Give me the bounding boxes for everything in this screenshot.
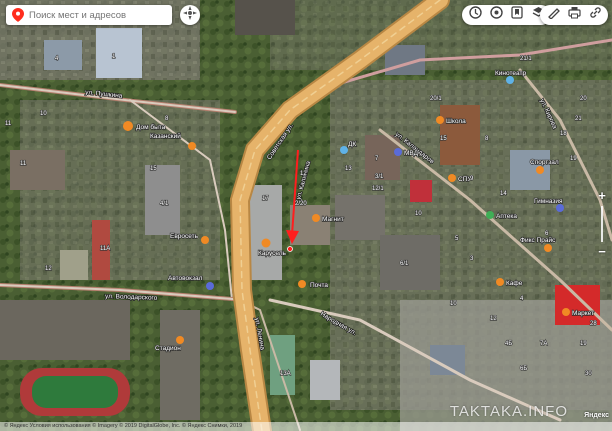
watermark: TAKTAKA.INFO: [449, 403, 568, 420]
compass-button[interactable]: [180, 5, 200, 25]
svg-text:2/20: 2/20: [295, 201, 307, 207]
svg-text:15: 15: [440, 136, 447, 142]
copyright-footer: © Яндекс Условия использования © Imagery…: [0, 422, 612, 431]
svg-text:30: 30: [585, 371, 592, 377]
svg-text:3/1: 3/1: [375, 174, 384, 180]
svg-text:10: 10: [415, 211, 422, 217]
svg-text:18: 18: [560, 131, 567, 137]
svg-text:12: 12: [300, 171, 307, 177]
satellite-map[interactable]: ул. Пушкина Советская ул. ул. Калинина у…: [0, 0, 612, 431]
svg-text:15: 15: [150, 166, 157, 172]
traffic-icon: [468, 6, 482, 24]
svg-text:Спортзал: Спортзал: [530, 159, 559, 166]
svg-text:12: 12: [45, 266, 52, 272]
traffic-button[interactable]: [468, 6, 482, 24]
svg-text:13: 13: [345, 166, 352, 172]
svg-text:21/1: 21/1: [520, 56, 532, 62]
ruler-icon: [547, 6, 560, 24]
svg-text:Евросеть: Евросеть: [170, 233, 199, 240]
svg-text:МВД: МВД: [404, 150, 419, 157]
brand-logo: Яндекс: [584, 412, 609, 419]
poi-marker: СПУ: [448, 174, 473, 184]
bookmark-icon: [511, 6, 523, 24]
svg-text:14: 14: [500, 191, 507, 197]
svg-text:Школа: Школа: [446, 118, 466, 125]
poi-marker: Школа: [436, 116, 467, 126]
share-button[interactable]: [588, 6, 602, 24]
ruler-button[interactable]: [546, 8, 560, 22]
zoom-in-button[interactable]: +: [595, 189, 609, 203]
svg-text:19: 19: [570, 156, 577, 162]
poi-marker: Аптека: [486, 211, 518, 221]
poi-marker: Кафе: [496, 278, 523, 288]
svg-text:Почта: Почта: [310, 282, 328, 289]
svg-text:Дом быта: Дом быта: [136, 123, 166, 131]
svg-text:12: 12: [490, 316, 497, 322]
map-pin-icon: [12, 8, 24, 22]
svg-text:10: 10: [40, 111, 47, 117]
svg-text:4Б: 4Б: [505, 341, 512, 347]
zoom-control: + −: [595, 189, 609, 259]
svg-text:ДК: ДК: [348, 141, 356, 148]
compass-icon: [183, 5, 197, 25]
svg-text:6/1: 6/1: [400, 261, 409, 267]
svg-text:11А: 11А: [100, 246, 110, 252]
svg-text:Карусель: Карусель: [258, 250, 287, 257]
bookmark-button[interactable]: [510, 6, 524, 24]
svg-text:12/1: 12/1: [372, 186, 384, 192]
svg-text:4/1: 4/1: [160, 201, 169, 207]
poi-marker: МВД: [394, 148, 419, 158]
print-icon: [567, 6, 581, 24]
svg-text:Магнит: Магнит: [322, 216, 344, 223]
svg-text:Стадион: Стадион: [155, 345, 181, 352]
svg-text:21: 21: [575, 116, 582, 122]
svg-text:Казанский: Казанский: [150, 132, 181, 140]
print-button[interactable]: [567, 6, 581, 24]
svg-text:Кафе: Кафе: [506, 280, 523, 287]
search-input[interactable]: [29, 9, 159, 21]
svg-text:13А: 13А: [280, 371, 291, 377]
svg-text:6Б: 6Б: [520, 366, 527, 372]
svg-text:28: 28: [590, 321, 597, 327]
stadium: [20, 368, 130, 416]
svg-text:17: 17: [262, 196, 269, 202]
layers-icon: [489, 6, 503, 24]
svg-text:19: 19: [580, 341, 587, 347]
svg-text:20: 20: [580, 96, 587, 102]
svg-text:Автовокзал: Автовокзал: [168, 275, 203, 282]
svg-text:Фикс Прайс: Фикс Прайс: [520, 236, 556, 244]
share-icon: [589, 6, 602, 24]
svg-text:7А: 7А: [540, 341, 547, 347]
poi-marker: Магнит: [312, 214, 344, 224]
svg-text:Гимназия: Гимназия: [534, 198, 563, 205]
svg-text:10: 10: [450, 301, 457, 307]
svg-text:11: 11: [5, 121, 12, 127]
map-mode-toolbar: [462, 5, 551, 25]
poi-marker: Маркет: [562, 308, 595, 318]
search-box[interactable]: [6, 5, 172, 25]
zoom-slider[interactable]: [601, 206, 603, 242]
svg-text:20/1: 20/1: [430, 96, 442, 102]
svg-text:Кинотеатр: Кинотеатр: [495, 70, 526, 77]
svg-text:Аптека: Аптека: [496, 213, 517, 220]
tools-toolbar: [540, 5, 608, 25]
zoom-out-button[interactable]: −: [595, 245, 609, 259]
svg-text:Маркет: Маркет: [572, 310, 594, 317]
layers-button[interactable]: [489, 6, 503, 24]
poi-marker: Почта: [298, 280, 329, 290]
svg-text:11: 11: [20, 161, 27, 167]
